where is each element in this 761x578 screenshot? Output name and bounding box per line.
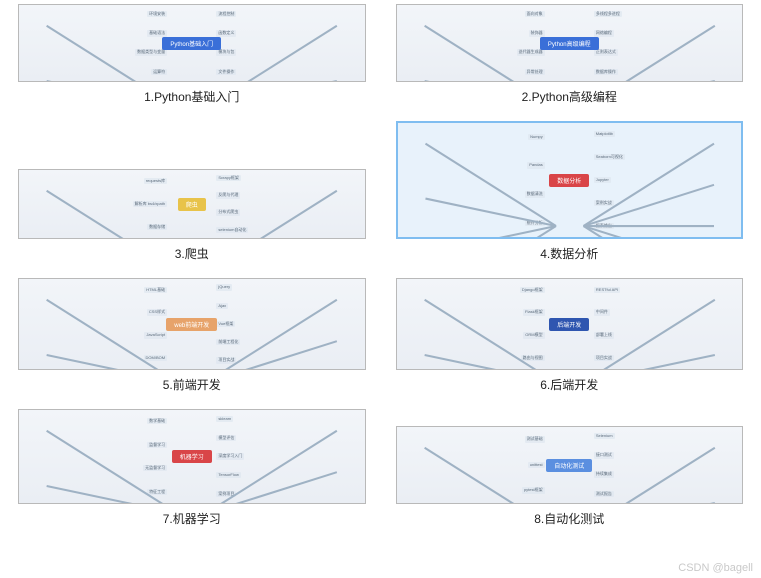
mindmap-thumbnail[interactable]: 测试基础unittestpytest框架自动化测试Selenium接口测试持续集… <box>396 426 744 504</box>
center-node: Python高级编程 <box>540 37 599 50</box>
thumbnail-cell[interactable]: 测试基础unittestpytest框架自动化测试Selenium接口测试持续集… <box>396 409 744 531</box>
thumbnail-grid: 环境安装基础语法数据类型与变量运算符Python基础入门流程控制函数定义模块与包… <box>0 0 761 531</box>
thumbnail-caption: 4.数据分析 <box>540 245 598 262</box>
thumbnail-caption: 7.机器学习 <box>163 510 221 527</box>
thumbnail-caption: 2.Python高级编程 <box>522 88 617 105</box>
mindmap-thumbnail[interactable]: Django框架Flask框架ORM模型路由与视图后端开发RESTful API… <box>396 278 744 370</box>
thumbnail-caption: 5.前端开发 <box>163 376 221 393</box>
thumbnail-cell[interactable]: 数学基础监督学习无监督学习特征工程机器学习sklearn模型评估深度学习入门Te… <box>18 409 366 531</box>
mindmap-thumbnail[interactable]: NumpyPandas数据清洗统计分析数据分析MatplotlibSeaborn… <box>396 121 744 239</box>
thumbnail-cell[interactable]: Django框架Flask框架ORM模型路由与视图后端开发RESTful API… <box>396 278 744 397</box>
thumbnail-caption: 1.Python基础入门 <box>144 88 239 105</box>
thumbnail-caption: 8.自动化测试 <box>534 510 604 527</box>
thumbnail-cell[interactable]: NumpyPandas数据清洗统计分析数据分析MatplotlibSeaborn… <box>396 121 744 266</box>
mindmap-thumbnail[interactable]: 面向对象装饰器迭代器生成器异常处理Python高级编程多线程多进程网络编程正则表… <box>396 4 744 82</box>
mindmap-thumbnail[interactable]: requests库解析库 bs4/xpath数据存储爬虫Scrapy框架反爬与代… <box>18 169 366 239</box>
center-node: 爬虫 <box>178 198 206 211</box>
center-node: web前端开发 <box>166 318 217 331</box>
thumbnail-caption: 6.后端开发 <box>540 376 598 393</box>
watermark-text: CSDN @bagell <box>678 562 753 574</box>
mindmap-thumbnail[interactable]: HTML基础CSS样式JavaScriptDOM/BOMweb前端开发jQuer… <box>18 278 366 370</box>
mindmap-thumbnail[interactable]: 环境安装基础语法数据类型与变量运算符Python基础入门流程控制函数定义模块与包… <box>18 4 366 82</box>
thumbnail-cell[interactable]: 面向对象装饰器迭代器生成器异常处理Python高级编程多线程多进程网络编程正则表… <box>396 4 744 109</box>
thumbnail-caption: 3.爬虫 <box>175 245 209 262</box>
thumbnail-cell[interactable]: 环境安装基础语法数据类型与变量运算符Python基础入门流程控制函数定义模块与包… <box>18 4 366 109</box>
center-node: Python基础入门 <box>162 37 221 50</box>
center-node: 机器学习 <box>172 450 212 463</box>
mindmap-thumbnail[interactable]: 数学基础监督学习无监督学习特征工程机器学习sklearn模型评估深度学习入门Te… <box>18 409 366 504</box>
center-node: 数据分析 <box>549 174 589 187</box>
center-node: 后端开发 <box>549 318 589 331</box>
thumbnail-cell[interactable]: requests库解析库 bs4/xpath数据存储爬虫Scrapy框架反爬与代… <box>18 121 366 266</box>
thumbnail-cell[interactable]: HTML基础CSS样式JavaScriptDOM/BOMweb前端开发jQuer… <box>18 278 366 397</box>
center-node: 自动化测试 <box>546 459 592 472</box>
